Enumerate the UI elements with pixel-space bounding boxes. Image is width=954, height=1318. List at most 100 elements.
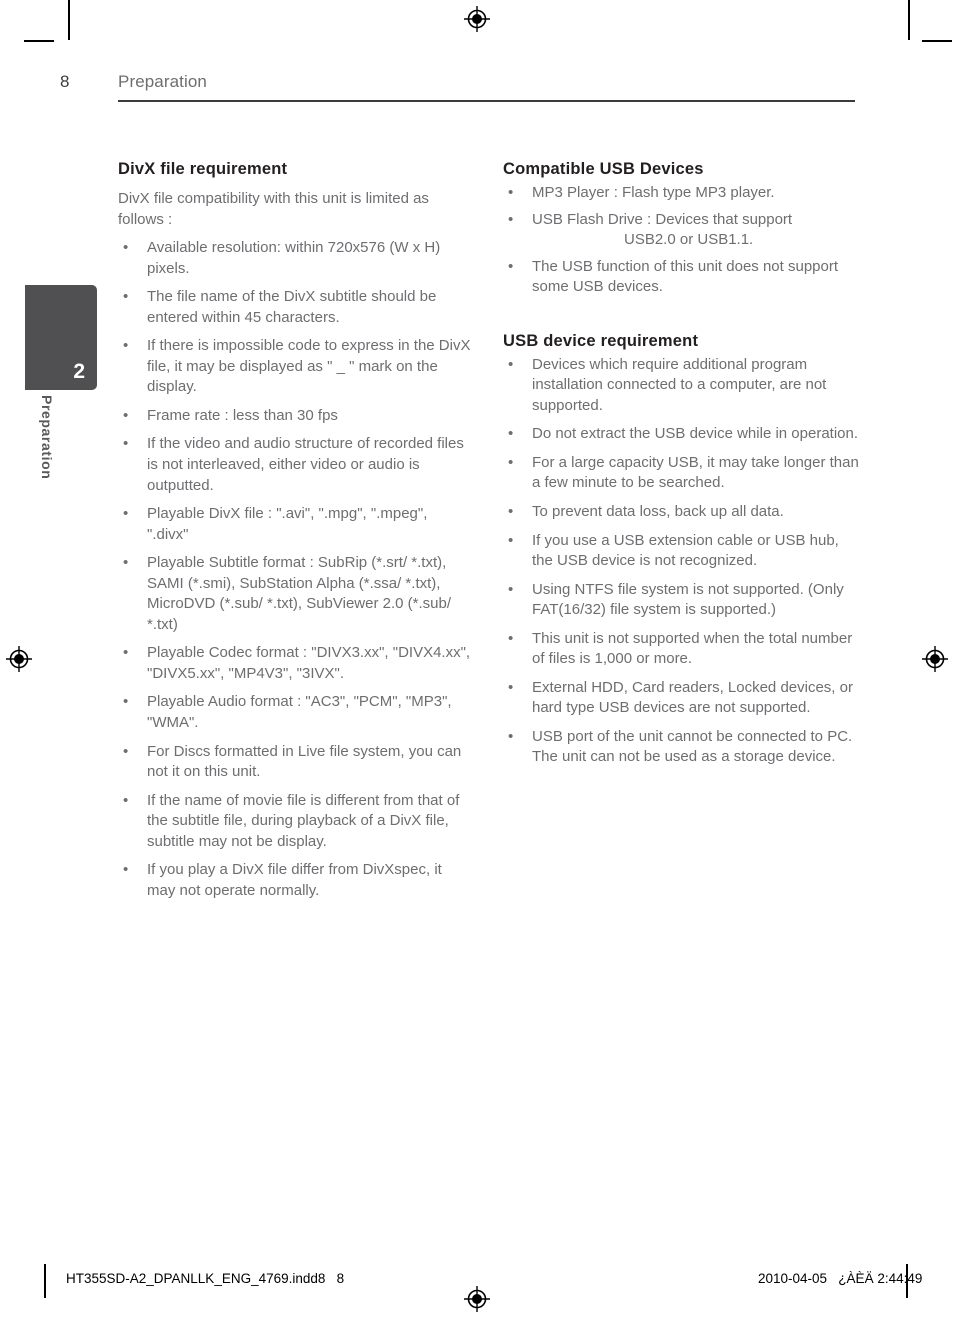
list-item-continuation: USB2.0 or USB1.1.: [624, 231, 754, 249]
list-item: • For Discs formatted in Live file system…: [118, 742, 473, 783]
crop-mark-top-right-vertical: [908, 0, 910, 40]
bullet-icon: •: [123, 288, 129, 306]
list-item: • The USB function of this unit does not …: [503, 257, 861, 298]
divx-intro-text: DivX file compatibility with this unit i…: [118, 190, 429, 228]
bullet-icon: •: [123, 505, 129, 523]
list-item-text: Do not extract the USB device while in o…: [532, 425, 859, 443]
bullet-icon: •: [123, 435, 129, 453]
footer-file-name: HT355SD-A2_DPANLLK_ENG_4769.indd8 8: [66, 1271, 345, 1286]
bullet-icon: •: [123, 693, 129, 711]
bullet-icon: •: [123, 791, 129, 809]
list-item: • If you play a DivX file differ from Div…: [118, 860, 473, 901]
usb-device-requirement-list: • Devices which require additional progra…: [503, 355, 861, 768]
left-column: DivX file requirement DivX file compatib…: [118, 160, 473, 909]
list-item: • For a large capacity USB, it may take l…: [503, 453, 861, 494]
list-item: • This unit is not supported when the tot…: [503, 629, 861, 670]
bullet-icon: •: [508, 184, 514, 201]
list-item: • If there is impossible code to express …: [118, 336, 473, 398]
list-item-text: Using NTFS file system is not supported.…: [532, 580, 844, 619]
bullet-icon: •: [508, 503, 514, 521]
page-number: 8: [60, 72, 70, 91]
list-item-text: Playable Codec format : "DIVX3.xx", "DIV…: [147, 644, 471, 682]
footer-timestamp: 2010-04-05 ¿ÀÈÄ 2:44:49: [758, 1271, 923, 1286]
list-item-text: If you use a USB extension cable or USB …: [532, 531, 839, 570]
bullet-icon: •: [508, 531, 514, 549]
list-item-text: Devices which require additional program…: [532, 355, 827, 414]
bullet-icon: •: [508, 580, 514, 598]
bullet-icon: •: [508, 257, 514, 275]
list-item: • If the name of movie file is different …: [118, 791, 473, 853]
registration-mark-left: [6, 646, 32, 672]
compatible-usb-devices-list: • MP3 Player : Flash type MP3 player. • US…: [503, 183, 861, 298]
list-item: • Devices which require additional progra…: [503, 355, 861, 417]
manual-page: 8 Preparation 2 Preparation DivX file re…: [0, 0, 954, 1318]
list-item-text: Playable Subtitle format : SubRip (*.srt…: [147, 554, 451, 633]
list-item: • Playable Audio format : "AC3", "PCM", "…: [118, 692, 473, 733]
list-item: • If the video and audio structure of rec…: [118, 434, 473, 496]
list-item: • The file name of the DivX subtitle shou…: [118, 287, 473, 328]
list-item: • Playable Codec format : "DIVX3.xx", "DI…: [118, 643, 473, 684]
page-footer: HT355SD-A2_DPANLLK_ENG_4769.indd8 8 2010…: [0, 1258, 954, 1318]
list-item-text: For Discs formatted in Live file system,…: [147, 742, 462, 781]
list-item-text: Playable Audio format : "AC3", "PCM", "M…: [147, 693, 452, 732]
bullet-icon: •: [123, 337, 129, 355]
chapter-tab: 2: [25, 285, 97, 390]
registration-mark-right: [922, 646, 948, 672]
bullet-icon: •: [123, 554, 129, 572]
list-item-text: If you play a DivX file differ from DivX…: [147, 861, 442, 899]
bullet-icon: •: [123, 644, 129, 662]
list-item-text: For a large capacity USB, it may take lo…: [532, 453, 859, 492]
divx-requirement-list: • Available resolution: within 720x576 (W…: [118, 238, 473, 901]
bullet-icon: •: [123, 742, 129, 760]
list-item-text: Playable DivX file : ".avi", ".mpg", ".m…: [147, 505, 428, 543]
page-header: 8 Preparation: [60, 72, 860, 106]
footer-rule-left: [44, 1264, 46, 1298]
chapter-tab-number: 2: [73, 360, 85, 383]
list-item: • If you use a USB extension cable or USB…: [503, 531, 861, 572]
list-item-text: USB Flash Drive : Devices that support: [532, 210, 793, 228]
section-title-usb-device-requirement: USB device requirement: [503, 331, 699, 350]
list-item: • MP3 Player : Flash type MP3 player.: [503, 183, 861, 204]
crop-mark-top-right-horizontal: [922, 40, 952, 42]
list-item-text: To prevent data loss, back up all data.: [532, 503, 784, 521]
list-item: • USB port of the unit cannot be connecte…: [503, 727, 861, 768]
list-item: • USB Flash Drive : Devices that support U…: [503, 210, 861, 251]
crop-mark-top-left-horizontal: [24, 40, 54, 42]
chapter-tab-label: Preparation: [39, 395, 55, 480]
bullet-icon: •: [508, 727, 514, 745]
list-item-text: If there is impossible code to express i…: [147, 337, 471, 396]
bullet-icon: •: [508, 453, 514, 471]
list-item-text: If the video and audio structure of reco…: [147, 435, 464, 494]
section-title-compatible-usb-devices: Compatible USB Devices: [503, 160, 704, 178]
bullet-icon: •: [123, 239, 129, 257]
list-item: • External HDD, Card readers, Locked devi…: [503, 678, 861, 719]
list-item: • To prevent data loss, back up all data.: [503, 502, 861, 523]
list-item-text: The file name of the DivX subtitle shoul…: [147, 288, 437, 326]
list-item: • Using NTFS file system is not supported…: [503, 580, 861, 621]
bullet-icon: •: [508, 425, 514, 443]
list-item: • Frame rate : less than 30 fps: [118, 406, 473, 427]
crop-mark-top-left-vertical: [68, 0, 70, 40]
list-item-text: Frame rate : less than 30 fps: [147, 406, 338, 424]
bullet-icon: •: [508, 629, 514, 647]
list-item: • Playable DivX file : ".avi", ".mpg", ".…: [118, 504, 473, 545]
list-item-text: USB port of the unit cannot be connected…: [532, 727, 853, 766]
list-item-text: MP3 Player : Flash type MP3 player.: [532, 184, 775, 201]
bullet-icon: •: [508, 210, 514, 228]
bullet-icon: •: [123, 406, 129, 424]
bullet-icon: •: [508, 355, 514, 373]
list-item-text: This unit is not supported when the tota…: [532, 629, 853, 668]
registration-mark-top: [464, 6, 490, 32]
chapter-breadcrumb: Preparation: [118, 72, 207, 91]
section-title-divx: DivX file requirement: [118, 160, 288, 178]
list-item-text: The USB function of this unit does not s…: [532, 257, 839, 296]
bullet-icon: •: [123, 861, 129, 879]
header-rule: [118, 100, 855, 102]
list-item: • Available resolution: within 720x576 (W…: [118, 238, 473, 279]
list-item: • Do not extract the USB device while in …: [503, 424, 861, 445]
right-column: Compatible USB Devices • MP3 Player : Fla…: [503, 160, 861, 776]
list-item-text: Available resolution: within 720x576 (W …: [147, 239, 441, 277]
bullet-icon: •: [508, 678, 514, 696]
list-item: • Playable Subtitle format : SubRip (*.sr…: [118, 553, 473, 635]
